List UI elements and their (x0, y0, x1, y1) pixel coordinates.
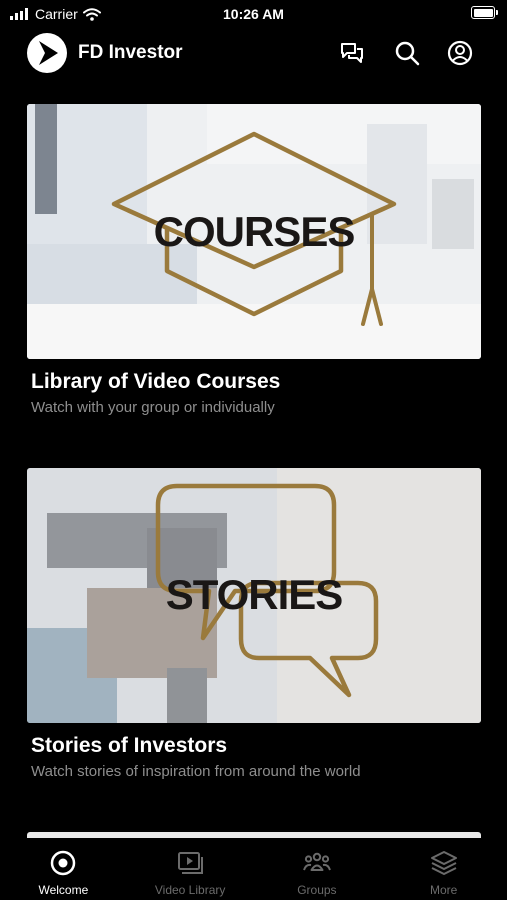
profile-icon[interactable] (445, 38, 475, 68)
stories-card-image[interactable]: STORIES (27, 468, 481, 723)
logo-chevron-icon (39, 41, 58, 65)
courses-card-title[interactable]: Library of Video Courses (31, 370, 280, 394)
tab-welcome[interactable]: Welcome (0, 838, 127, 900)
tab-groups-label: Groups (297, 883, 337, 897)
tab-more-label: More (429, 883, 458, 897)
tab-video-library-label: Video Library (154, 883, 226, 897)
stories-overlay-text: STORIES (165, 571, 344, 618)
tab-bar: Welcome Video Library Groups More (0, 838, 507, 900)
chat-icon[interactable] (337, 38, 367, 68)
status-time: 10:26 AM (223, 6, 284, 22)
tab-welcome-label: Welcome (38, 883, 89, 897)
status-right (471, 6, 498, 19)
courses-overlay-text: COURSES (153, 208, 356, 255)
courses-card[interactable]: COURSES (27, 104, 481, 359)
courses-card-subtitle: Watch with your group or individually (31, 399, 275, 416)
stories-card-title[interactable]: Stories of Investors (31, 734, 227, 758)
video-icon (178, 852, 204, 874)
target-icon (51, 850, 76, 876)
app-logo (27, 33, 67, 73)
battery-icon (471, 6, 498, 19)
courses-card-image[interactable]: COURSES (27, 104, 481, 359)
tab-groups[interactable]: Groups (254, 838, 381, 900)
layers-icon (430, 851, 457, 875)
tab-more[interactable]: More (380, 838, 507, 900)
stories-card-subtitle: Watch stories of inspiration from around… (31, 763, 361, 780)
app-header: FD Investor (0, 30, 507, 78)
tab-video-library[interactable]: Video Library (127, 838, 254, 900)
status-bar: Carrier 10:26 AM (0, 0, 507, 30)
app-title: FD Investor (78, 42, 183, 63)
stories-card[interactable]: STORIES (27, 468, 481, 723)
groups-icon (302, 852, 331, 871)
search-icon[interactable] (392, 38, 422, 68)
